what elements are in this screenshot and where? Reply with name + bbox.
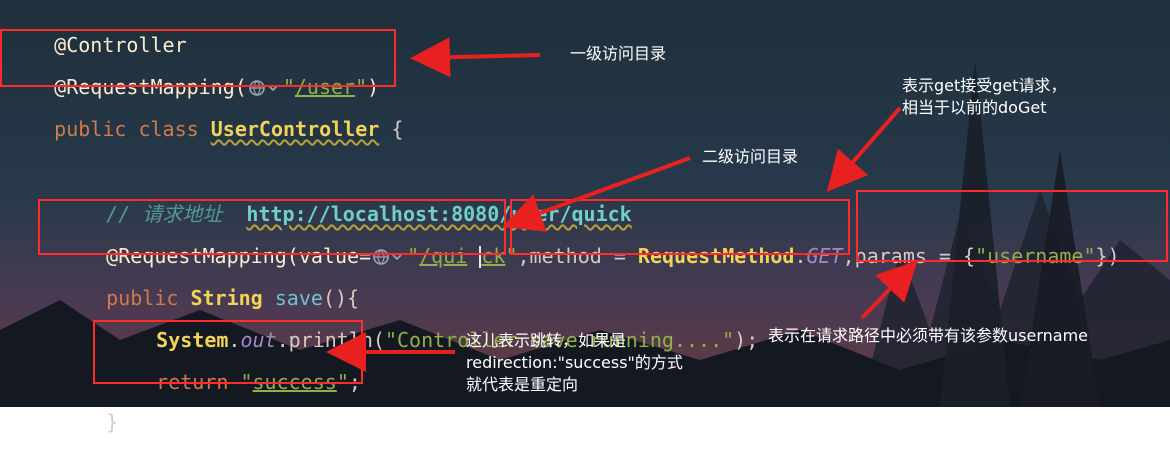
code-line-1: @Controller: [6, 3, 186, 57]
code-line-3: public class UserController {: [6, 87, 403, 141]
get-note: 表示get接受get请求， 相当于以前的doGet: [902, 75, 1067, 119]
open-brace: {: [391, 117, 404, 141]
return-note: 这儿表示跳转，如果是 redirection:"success"的方式 就代表是…: [466, 330, 683, 396]
return-note-line-2: redirection:"success"的方式: [466, 353, 683, 372]
statement-end: );: [734, 328, 759, 352]
class-mapping-highlight-box: [0, 29, 396, 87]
close-brace: }: [106, 410, 119, 434]
level2-note: 二级访问目录: [702, 147, 799, 166]
value-highlight-box: [38, 199, 506, 255]
return-note-line-3: 就代表是重定向: [466, 375, 579, 394]
get-note-line-1: 表示get接受get请求，: [902, 76, 1067, 95]
method-highlight-box: [510, 199, 850, 255]
code-line-9: }: [58, 380, 118, 434]
return-highlight-box: [93, 320, 363, 384]
params-highlight-box: [856, 190, 1168, 262]
user-controller-class-name[interactable]: UserController: [211, 117, 380, 141]
return-note-line-1: 这儿表示跳转，如果是: [466, 331, 627, 350]
code-line-4-comment: // 请求地址 http://localhost:8080/user/quick: [58, 172, 632, 226]
get-note-line-2: 相当于以前的doGet: [902, 98, 1047, 117]
level1-note: 一级访问目录: [570, 44, 667, 63]
code-line-6: public String save(){: [58, 256, 359, 310]
public-keyword: public: [54, 117, 127, 141]
class-keyword: class: [138, 117, 199, 141]
params-note: 表示在请求路径中必须带有该参数username: [768, 326, 1088, 345]
